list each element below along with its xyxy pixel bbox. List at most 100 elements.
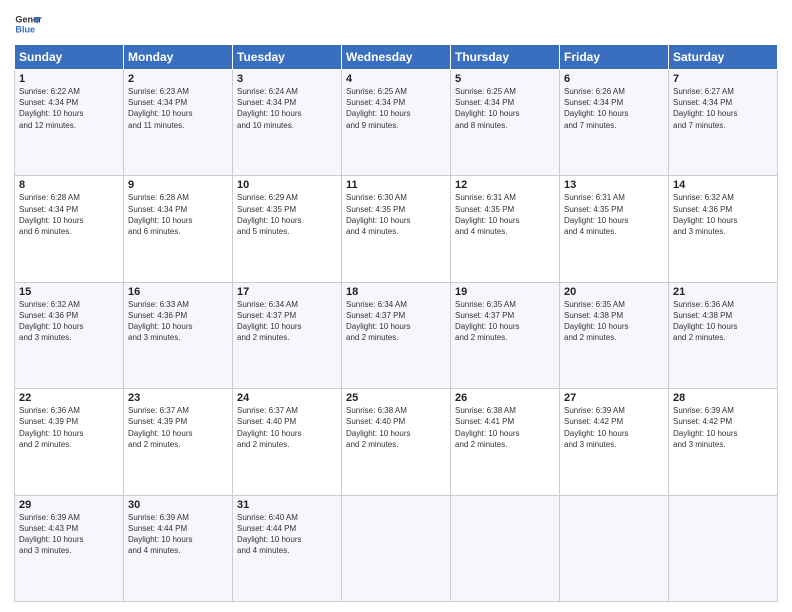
- day-number: 26: [455, 392, 555, 404]
- calendar-week-row: 1Sunrise: 6:22 AM Sunset: 4:34 PM Daylig…: [15, 70, 778, 176]
- calendar-day-cell: 18Sunrise: 6:34 AM Sunset: 4:37 PM Dayli…: [342, 282, 451, 388]
- calendar-day-cell: 10Sunrise: 6:29 AM Sunset: 4:35 PM Dayli…: [233, 176, 342, 282]
- day-number: 24: [237, 392, 337, 404]
- calendar-day-cell: 14Sunrise: 6:32 AM Sunset: 4:36 PM Dayli…: [669, 176, 778, 282]
- day-number: 7: [673, 73, 773, 85]
- day-number: 16: [128, 286, 228, 298]
- calendar-day-cell: 4Sunrise: 6:25 AM Sunset: 4:34 PM Daylig…: [342, 70, 451, 176]
- calendar-day-cell: 24Sunrise: 6:37 AM Sunset: 4:40 PM Dayli…: [233, 389, 342, 495]
- calendar-day-cell: [342, 495, 451, 601]
- day-info: Sunrise: 6:25 AM Sunset: 4:34 PM Dayligh…: [346, 86, 446, 131]
- day-number: 8: [19, 179, 119, 191]
- calendar-day-cell: 1Sunrise: 6:22 AM Sunset: 4:34 PM Daylig…: [15, 70, 124, 176]
- day-number: 18: [346, 286, 446, 298]
- day-number: 1: [19, 73, 119, 85]
- calendar-day-cell: 8Sunrise: 6:28 AM Sunset: 4:34 PM Daylig…: [15, 176, 124, 282]
- day-number: 13: [564, 179, 664, 191]
- calendar-header-row: SundayMondayTuesdayWednesdayThursdayFrid…: [15, 45, 778, 70]
- day-info: Sunrise: 6:22 AM Sunset: 4:34 PM Dayligh…: [19, 86, 119, 131]
- day-number: 27: [564, 392, 664, 404]
- calendar-day-cell: 2Sunrise: 6:23 AM Sunset: 4:34 PM Daylig…: [124, 70, 233, 176]
- calendar-week-row: 8Sunrise: 6:28 AM Sunset: 4:34 PM Daylig…: [15, 176, 778, 282]
- page: General Blue SundayMondayTuesdayWednesda…: [0, 0, 792, 612]
- day-info: Sunrise: 6:39 AM Sunset: 4:42 PM Dayligh…: [673, 405, 773, 450]
- day-info: Sunrise: 6:23 AM Sunset: 4:34 PM Dayligh…: [128, 86, 228, 131]
- calendar-week-row: 22Sunrise: 6:36 AM Sunset: 4:39 PM Dayli…: [15, 389, 778, 495]
- calendar-day-cell: 7Sunrise: 6:27 AM Sunset: 4:34 PM Daylig…: [669, 70, 778, 176]
- day-number: 29: [19, 499, 119, 511]
- calendar-day-cell: 15Sunrise: 6:32 AM Sunset: 4:36 PM Dayli…: [15, 282, 124, 388]
- calendar-day-cell: 9Sunrise: 6:28 AM Sunset: 4:34 PM Daylig…: [124, 176, 233, 282]
- day-number: 25: [346, 392, 446, 404]
- day-number: 23: [128, 392, 228, 404]
- day-info: Sunrise: 6:32 AM Sunset: 4:36 PM Dayligh…: [673, 192, 773, 237]
- calendar-day-cell: 22Sunrise: 6:36 AM Sunset: 4:39 PM Dayli…: [15, 389, 124, 495]
- day-info: Sunrise: 6:27 AM Sunset: 4:34 PM Dayligh…: [673, 86, 773, 131]
- day-number: 14: [673, 179, 773, 191]
- day-number: 28: [673, 392, 773, 404]
- calendar-day-cell: 16Sunrise: 6:33 AM Sunset: 4:36 PM Dayli…: [124, 282, 233, 388]
- day-number: 9: [128, 179, 228, 191]
- calendar-day-cell: 27Sunrise: 6:39 AM Sunset: 4:42 PM Dayli…: [560, 389, 669, 495]
- day-info: Sunrise: 6:35 AM Sunset: 4:38 PM Dayligh…: [564, 299, 664, 344]
- calendar-day-cell: 11Sunrise: 6:30 AM Sunset: 4:35 PM Dayli…: [342, 176, 451, 282]
- day-number: 22: [19, 392, 119, 404]
- day-info: Sunrise: 6:40 AM Sunset: 4:44 PM Dayligh…: [237, 512, 337, 557]
- weekday-header: Thursday: [451, 45, 560, 70]
- calendar-day-cell: 30Sunrise: 6:39 AM Sunset: 4:44 PM Dayli…: [124, 495, 233, 601]
- day-info: Sunrise: 6:30 AM Sunset: 4:35 PM Dayligh…: [346, 192, 446, 237]
- day-info: Sunrise: 6:39 AM Sunset: 4:43 PM Dayligh…: [19, 512, 119, 557]
- calendar-day-cell: 28Sunrise: 6:39 AM Sunset: 4:42 PM Dayli…: [669, 389, 778, 495]
- weekday-header: Monday: [124, 45, 233, 70]
- day-number: 11: [346, 179, 446, 191]
- calendar-day-cell: 20Sunrise: 6:35 AM Sunset: 4:38 PM Dayli…: [560, 282, 669, 388]
- day-info: Sunrise: 6:31 AM Sunset: 4:35 PM Dayligh…: [564, 192, 664, 237]
- day-number: 31: [237, 499, 337, 511]
- calendar-day-cell: 25Sunrise: 6:38 AM Sunset: 4:40 PM Dayli…: [342, 389, 451, 495]
- calendar-day-cell: 21Sunrise: 6:36 AM Sunset: 4:38 PM Dayli…: [669, 282, 778, 388]
- day-info: Sunrise: 6:26 AM Sunset: 4:34 PM Dayligh…: [564, 86, 664, 131]
- day-info: Sunrise: 6:29 AM Sunset: 4:35 PM Dayligh…: [237, 192, 337, 237]
- day-number: 5: [455, 73, 555, 85]
- calendar-day-cell: 29Sunrise: 6:39 AM Sunset: 4:43 PM Dayli…: [15, 495, 124, 601]
- day-number: 6: [564, 73, 664, 85]
- calendar-day-cell: 12Sunrise: 6:31 AM Sunset: 4:35 PM Dayli…: [451, 176, 560, 282]
- day-info: Sunrise: 6:33 AM Sunset: 4:36 PM Dayligh…: [128, 299, 228, 344]
- day-number: 2: [128, 73, 228, 85]
- day-info: Sunrise: 6:28 AM Sunset: 4:34 PM Dayligh…: [19, 192, 119, 237]
- day-number: 12: [455, 179, 555, 191]
- svg-text:Blue: Blue: [15, 24, 35, 34]
- day-info: Sunrise: 6:28 AM Sunset: 4:34 PM Dayligh…: [128, 192, 228, 237]
- day-info: Sunrise: 6:38 AM Sunset: 4:40 PM Dayligh…: [346, 405, 446, 450]
- logo: General Blue: [14, 10, 46, 38]
- calendar-day-cell: 17Sunrise: 6:34 AM Sunset: 4:37 PM Dayli…: [233, 282, 342, 388]
- day-number: 30: [128, 499, 228, 511]
- weekday-header: Wednesday: [342, 45, 451, 70]
- day-info: Sunrise: 6:38 AM Sunset: 4:41 PM Dayligh…: [455, 405, 555, 450]
- day-info: Sunrise: 6:24 AM Sunset: 4:34 PM Dayligh…: [237, 86, 337, 131]
- day-number: 3: [237, 73, 337, 85]
- calendar-day-cell: [669, 495, 778, 601]
- day-info: Sunrise: 6:34 AM Sunset: 4:37 PM Dayligh…: [346, 299, 446, 344]
- day-info: Sunrise: 6:35 AM Sunset: 4:37 PM Dayligh…: [455, 299, 555, 344]
- day-info: Sunrise: 6:25 AM Sunset: 4:34 PM Dayligh…: [455, 86, 555, 131]
- calendar-day-cell: 13Sunrise: 6:31 AM Sunset: 4:35 PM Dayli…: [560, 176, 669, 282]
- day-number: 17: [237, 286, 337, 298]
- day-info: Sunrise: 6:39 AM Sunset: 4:42 PM Dayligh…: [564, 405, 664, 450]
- calendar-week-row: 29Sunrise: 6:39 AM Sunset: 4:43 PM Dayli…: [15, 495, 778, 601]
- weekday-header: Sunday: [15, 45, 124, 70]
- calendar-day-cell: 26Sunrise: 6:38 AM Sunset: 4:41 PM Dayli…: [451, 389, 560, 495]
- day-number: 15: [19, 286, 119, 298]
- day-info: Sunrise: 6:36 AM Sunset: 4:39 PM Dayligh…: [19, 405, 119, 450]
- day-info: Sunrise: 6:39 AM Sunset: 4:44 PM Dayligh…: [128, 512, 228, 557]
- calendar-table: SundayMondayTuesdayWednesdayThursdayFrid…: [14, 44, 778, 602]
- calendar-day-cell: [451, 495, 560, 601]
- calendar-day-cell: 31Sunrise: 6:40 AM Sunset: 4:44 PM Dayli…: [233, 495, 342, 601]
- calendar-day-cell: 5Sunrise: 6:25 AM Sunset: 4:34 PM Daylig…: [451, 70, 560, 176]
- weekday-header: Tuesday: [233, 45, 342, 70]
- day-info: Sunrise: 6:37 AM Sunset: 4:39 PM Dayligh…: [128, 405, 228, 450]
- header: General Blue: [14, 10, 778, 38]
- generalblue-logo-icon: General Blue: [14, 10, 42, 38]
- day-number: 20: [564, 286, 664, 298]
- day-number: 10: [237, 179, 337, 191]
